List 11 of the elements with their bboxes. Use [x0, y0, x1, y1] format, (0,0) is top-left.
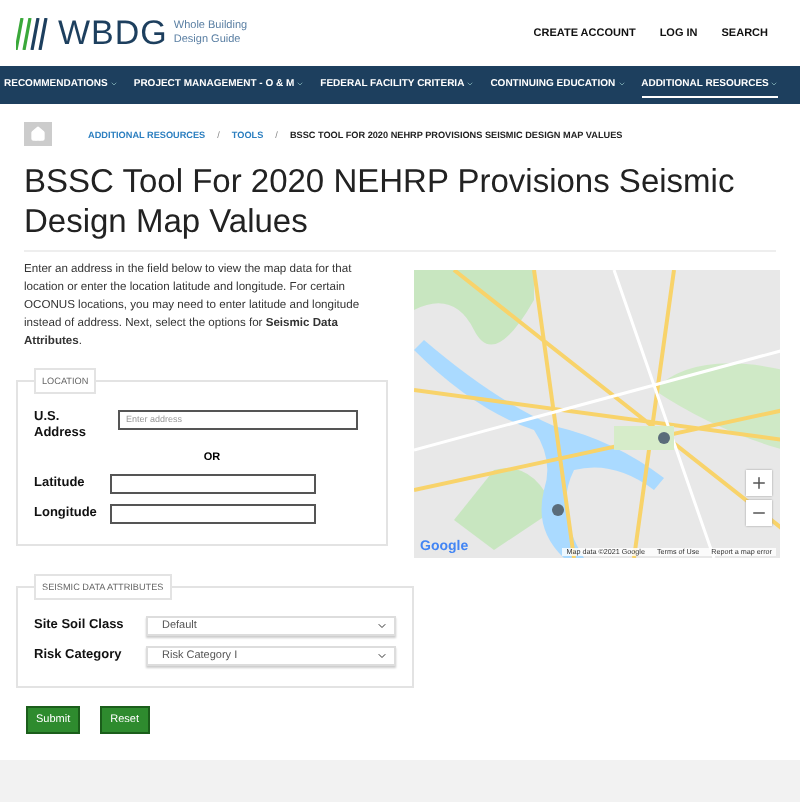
chevron-icon — [376, 620, 388, 633]
logo-icon — [16, 17, 52, 49]
chevron-icon — [376, 650, 388, 663]
plus-icon — [750, 473, 768, 492]
zoom-in-button[interactable] — [746, 469, 772, 496]
zoom-out-button[interactable] — [746, 499, 772, 526]
longitude-field[interactable] — [110, 504, 316, 525]
latitude-field[interactable] — [110, 474, 316, 495]
logo-text: WBDG — [58, 13, 168, 53]
page-title: BSSC Tool For 2020 NEHRP Provisions Seismic Design Map Values — [24, 164, 776, 252]
home-icon — [30, 126, 46, 142]
